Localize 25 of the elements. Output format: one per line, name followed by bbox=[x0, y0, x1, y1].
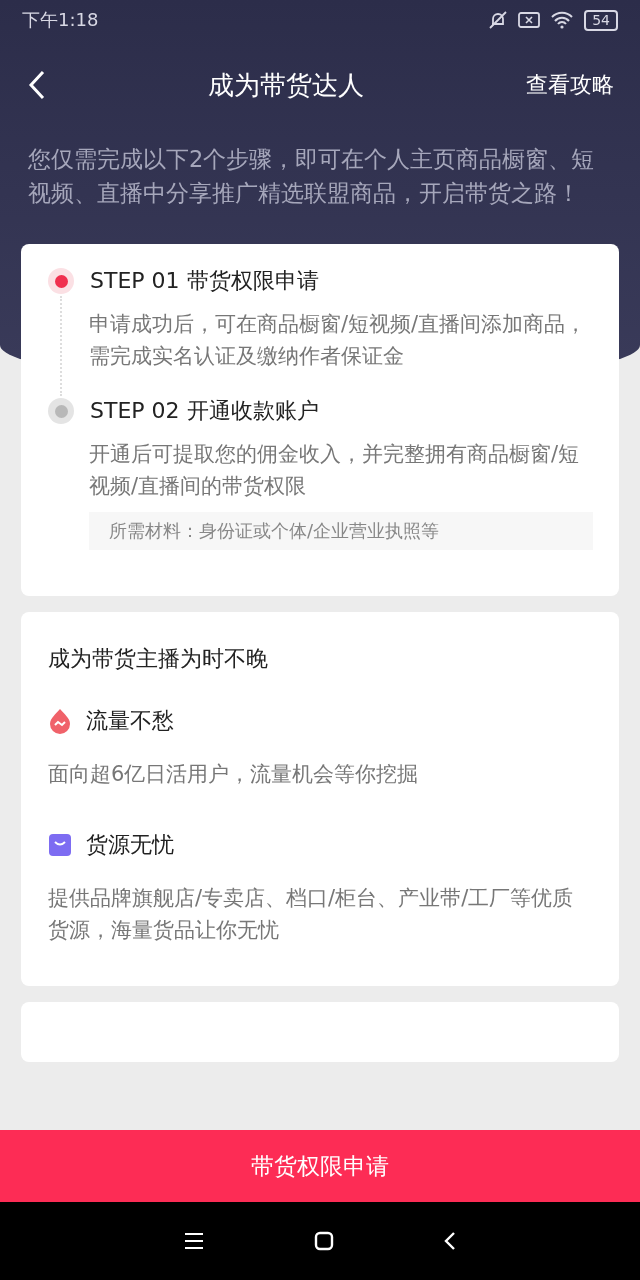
home-icon[interactable] bbox=[314, 1231, 334, 1251]
intro-text: 您仅需完成以下2个步骤，即可在个人主页商品橱窗、短视频、直播中分享推广精选联盟商品，开启带货之路！ bbox=[28, 145, 596, 208]
bell-off-icon bbox=[488, 10, 509, 30]
step-title: STEP 02 开通收款账户 bbox=[90, 397, 319, 425]
section-title: 成为带货主播为时不晚 bbox=[48, 645, 269, 673]
step-description: 申请成功后，可在商品橱窗/短视频/直播间添加商品，需完成实名认证及缴纳作者保证金 bbox=[89, 311, 588, 370]
apply-button[interactable]: 带货权限申请 bbox=[0, 1130, 640, 1202]
benefit-title: 流量不愁 bbox=[86, 707, 174, 735]
bag-icon bbox=[48, 833, 72, 857]
battery-icon: 54 bbox=[584, 9, 618, 31]
benefit-description: 提供品牌旗舰店/专卖店、档口/柜台、产业带/工厂等优质货源，海量货品让你无忧 bbox=[48, 885, 575, 944]
flame-icon bbox=[48, 708, 72, 734]
wifi-icon bbox=[550, 11, 575, 29]
menu-icon[interactable] bbox=[184, 1232, 204, 1250]
step-description: 开通后可提取您的佣金收入，并完整拥有商品橱窗/短视频/直播间的带货权限 bbox=[89, 441, 581, 500]
status-time: 下午1:18 bbox=[22, 8, 99, 32]
guide-link[interactable]: 查看攻略 bbox=[526, 70, 614, 100]
step-title: STEP 01 带货权限申请 bbox=[90, 267, 319, 295]
page-title: 成为带货达人 bbox=[208, 68, 364, 102]
materials-note: 所需材料：身份证或个体/企业营业执照等 bbox=[89, 512, 593, 550]
benefit-title: 货源无忧 bbox=[86, 831, 174, 859]
back-icon[interactable] bbox=[444, 1231, 456, 1251]
sim-icon bbox=[518, 11, 541, 29]
benefit-description: 面向超6亿日活用户，流量机会等你挖掘 bbox=[48, 761, 420, 788]
back-icon[interactable] bbox=[28, 70, 46, 100]
